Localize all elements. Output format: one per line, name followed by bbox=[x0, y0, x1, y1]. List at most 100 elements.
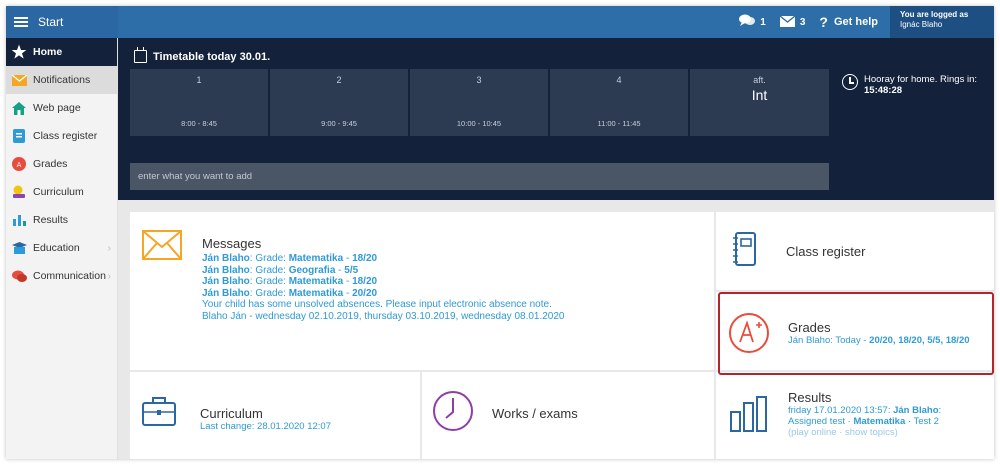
bar-chart-icon bbox=[11, 212, 27, 228]
hamburger-icon bbox=[14, 17, 28, 27]
rings-countdown: Hooray for home. Rings in: 15:48:28 bbox=[842, 74, 992, 96]
message-score: 5/5 bbox=[344, 264, 359, 276]
clock-outline-icon bbox=[433, 391, 473, 431]
grades-tile[interactable]: Grades Ján Blaho: Today - 20/20, 18/20, … bbox=[716, 292, 994, 370]
bar-chart-outline-icon bbox=[730, 396, 767, 432]
lesson-number: 1 bbox=[196, 75, 202, 85]
sidebar-item-notifications[interactable]: Notifications bbox=[6, 66, 117, 94]
briefcase-icon bbox=[142, 397, 176, 426]
message-separator: - bbox=[343, 287, 353, 299]
message-sender: Ján Blaho bbox=[202, 264, 250, 276]
messages-title: Messages bbox=[202, 236, 262, 251]
sidebar-item-class-register[interactable]: Class register bbox=[6, 122, 117, 150]
sidebar-item-grades[interactable]: A Grades bbox=[6, 150, 117, 178]
message-grade-label: : Grade: bbox=[249, 276, 289, 287]
lesson-slot[interactable]: 4 11:00 - 11:45 bbox=[550, 69, 688, 136]
user-info[interactable]: You are logged as Ignác Blaho bbox=[890, 6, 994, 38]
education-icon bbox=[11, 240, 27, 256]
clock-icon bbox=[842, 74, 858, 90]
message-line[interactable]: Ján Blaho: Grade: Matematika - 18/20 bbox=[202, 253, 714, 265]
class-register-tile[interactable]: Class register bbox=[716, 212, 994, 290]
results-tile[interactable]: Results friday 17.01.2020 13:57: Ján Bla… bbox=[716, 372, 994, 459]
results-subject: Matematika bbox=[853, 416, 906, 427]
absence-note[interactable]: Your child has some unsolved absences. P… bbox=[202, 299, 714, 311]
lesson-number: 4 bbox=[616, 75, 622, 85]
lesson-subject: Int bbox=[751, 87, 768, 103]
start-label: Start bbox=[38, 15, 64, 29]
grade-a-plus-icon bbox=[729, 313, 769, 353]
user-name: Ignác Blaho bbox=[900, 20, 943, 29]
sidebar-item-results[interactable]: Results bbox=[6, 206, 117, 234]
results-play-online-link[interactable]: (play online · show topics) bbox=[788, 427, 941, 438]
get-help-button[interactable]: ? Get help bbox=[819, 14, 878, 30]
chevron-right-icon: › bbox=[107, 242, 111, 254]
message-separator: - bbox=[343, 253, 353, 264]
lesson-slot[interactable]: 2 9:00 - 9:45 bbox=[270, 69, 408, 136]
add-entry-input[interactable] bbox=[130, 163, 829, 190]
message-line[interactable]: Ján Blaho: Grade: Geografia - 5/5 bbox=[202, 265, 714, 277]
timetable-panel: Timetable today 30.01. 1 8:00 - 8:45 2 9… bbox=[118, 38, 994, 200]
sidebar-item-communication[interactable]: Communication › bbox=[6, 262, 117, 290]
rings-text: Hooray for home. Rings in: bbox=[864, 74, 977, 85]
lesson-slot[interactable]: 3 10:00 - 10:45 bbox=[410, 69, 548, 136]
lesson-slot[interactable]: 1 8:00 - 8:45 bbox=[130, 69, 268, 136]
grades-prefix: Ján Blaho: Today - bbox=[788, 335, 870, 346]
dashboard-tiles: Messages Ján Blaho: Grade: Matematika - … bbox=[118, 200, 994, 459]
works-exams-tile[interactable]: Works / exams bbox=[422, 372, 714, 459]
timetable-lessons: 1 8:00 - 8:45 2 9:00 - 9:45 3 10:00 - 10… bbox=[130, 69, 829, 136]
message-subject: Matematika bbox=[288, 276, 344, 287]
curriculum-tile[interactable]: Curriculum Last change: 28.01.2020 12:07 bbox=[130, 372, 420, 459]
sidebar-item-label: Web page bbox=[33, 102, 81, 114]
message-line[interactable]: Ján Blaho: Grade: Matematika - 18/20 bbox=[202, 276, 714, 288]
mail-icon bbox=[779, 14, 796, 30]
sidebar-item-web-page[interactable]: Web page bbox=[6, 94, 117, 122]
message-grade-label: : Grade: bbox=[249, 264, 289, 276]
app-window: Start 1 3 ? Get help You are logged as I… bbox=[6, 6, 994, 459]
question-icon: ? bbox=[819, 14, 828, 30]
message-line[interactable]: Ján Blaho: Grade: Matematika - 20/20 bbox=[202, 288, 714, 300]
message-subject: Geografia bbox=[288, 264, 336, 276]
results-test: · Test 2 bbox=[905, 416, 939, 427]
start-menu-button[interactable]: Start bbox=[6, 6, 118, 38]
results-title: Results bbox=[788, 390, 832, 405]
sidebar-item-label: Results bbox=[33, 214, 69, 226]
sidebar-item-education[interactable]: Education › bbox=[6, 234, 117, 262]
message-subject: Matematika bbox=[288, 253, 344, 264]
chat-bubbles-icon bbox=[739, 14, 756, 30]
chat-icon bbox=[11, 268, 27, 284]
sidebar-item-label: Communication bbox=[33, 270, 106, 282]
message-score: 18/20 bbox=[352, 276, 378, 287]
absence-dates: Blaho Ján - wednesday 02.10.2019, thursd… bbox=[202, 310, 565, 322]
house-icon bbox=[11, 100, 27, 116]
timetable-title-text: Timetable today 30.01. bbox=[153, 50, 271, 63]
sidebar-item-label: Grades bbox=[33, 158, 68, 170]
message-separator: - bbox=[343, 276, 353, 287]
results-line-2: Assigned test · Matematika · Test 2 bbox=[788, 416, 941, 427]
message-grade-label: : Grade: bbox=[249, 287, 289, 299]
sidebar-item-curriculum[interactable]: Curriculum bbox=[6, 178, 117, 206]
works-title: Works / exams bbox=[492, 406, 578, 421]
notebook-icon bbox=[733, 232, 756, 266]
messages-tile[interactable]: Messages Ján Blaho: Grade: Matematika - … bbox=[130, 212, 714, 370]
sidebar-item-home[interactable]: Home bbox=[6, 38, 117, 66]
grades-values: 20/20, 18/20, 5/5, 18/20 bbox=[869, 335, 970, 346]
lesson-number: 2 bbox=[336, 75, 342, 85]
svg-text:A: A bbox=[17, 161, 22, 169]
mail-button[interactable]: 3 bbox=[779, 14, 806, 30]
sidebar-item-label: Education bbox=[33, 242, 80, 254]
curriculum-title: Curriculum bbox=[200, 406, 263, 421]
top-bar: Start 1 3 ? Get help You are logged as I… bbox=[6, 6, 994, 38]
star-icon bbox=[11, 44, 27, 60]
sidebar-item-label: Curriculum bbox=[33, 186, 84, 198]
lesson-slot-afternoon[interactable]: aft. Int bbox=[690, 69, 829, 136]
curriculum-last-change: Last change: 28.01.2020 12:07 bbox=[200, 421, 332, 432]
message-sender: Ján Blaho bbox=[202, 253, 250, 264]
sidebar-item-label: Notifications bbox=[33, 74, 91, 86]
curriculum-icon bbox=[11, 184, 27, 200]
grades-title: Grades bbox=[788, 320, 831, 335]
mail-count: 3 bbox=[799, 16, 806, 28]
get-help-label: Get help bbox=[833, 16, 878, 28]
message-score: 18/20 bbox=[352, 253, 378, 264]
chevron-right-icon: › bbox=[107, 270, 111, 282]
chat-button[interactable]: 1 bbox=[739, 14, 766, 30]
